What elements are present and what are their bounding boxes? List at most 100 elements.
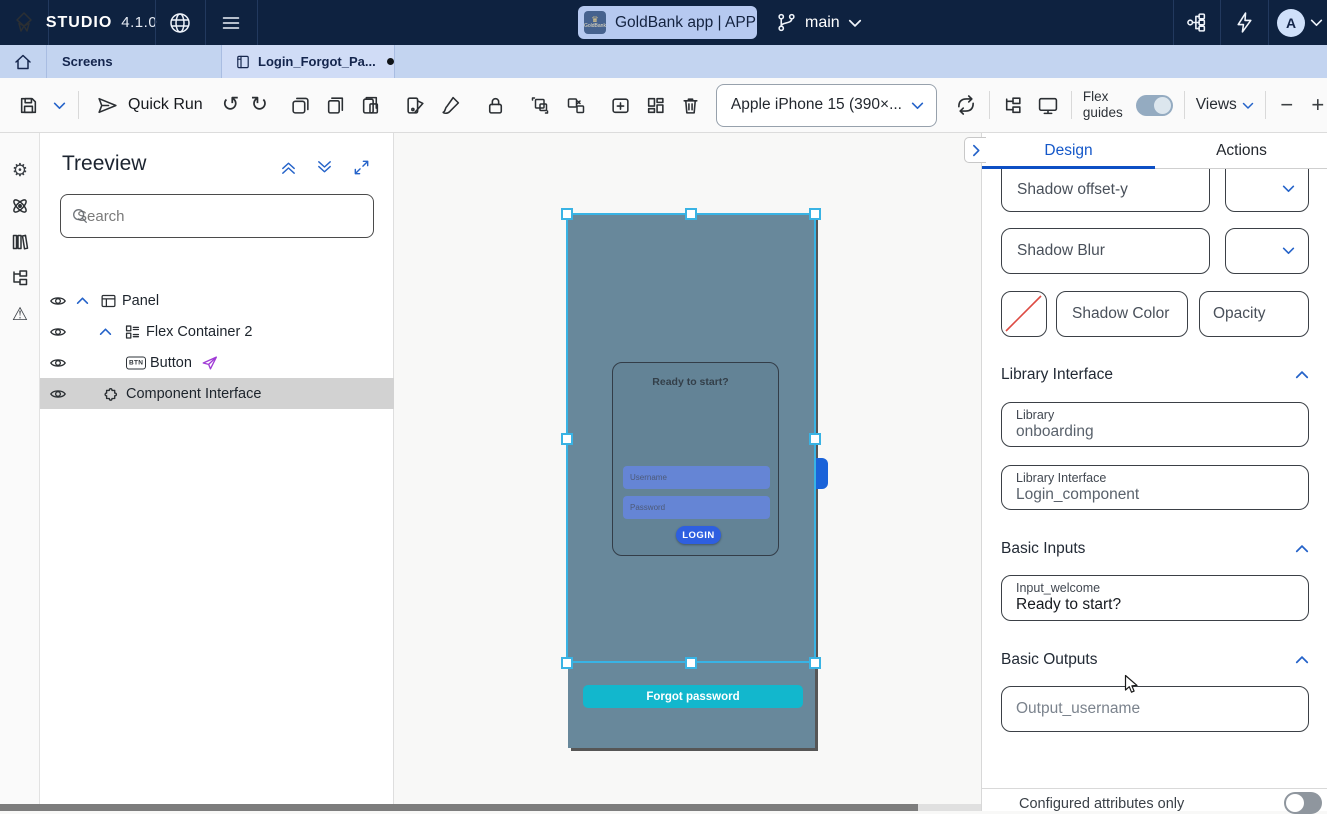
studio-logo[interactable] [0, 0, 48, 45]
save-dropdown-button[interactable] [51, 92, 67, 118]
brush-button[interactable] [439, 92, 463, 118]
resize-handle-n[interactable] [685, 208, 697, 220]
ungroup-icon [565, 95, 587, 116]
expand-panel-button[interactable] [352, 158, 371, 177]
chevron-down-icon [1282, 246, 1295, 255]
horizontal-scrollbar[interactable] [0, 804, 981, 811]
atom-icon[interactable] [10, 196, 30, 216]
treeview-title: Treeview [62, 152, 146, 176]
quick-actions-button[interactable] [1220, 0, 1268, 45]
tab-screens[interactable]: Screens [47, 45, 222, 78]
top-bar: STUDIO 4.1.0 ♛ GoldBank GoldBank app | A… [0, 0, 1327, 45]
visibility-eye-icon[interactable] [49, 323, 67, 341]
copy-button[interactable] [324, 92, 348, 118]
event-send-icon[interactable] [201, 354, 219, 371]
style-painter-button[interactable] [404, 92, 428, 118]
save-button[interactable] [16, 92, 40, 118]
globe-button[interactable] [155, 0, 205, 45]
warning-icon[interactable]: ⚠ [10, 304, 30, 324]
layout-grid-button[interactable] [644, 92, 668, 118]
branch-selector[interactable]: main [776, 0, 862, 45]
tree-item-button[interactable]: BTN Button [40, 347, 394, 378]
selection-outline [566, 213, 816, 663]
resize-handle-nw[interactable] [561, 208, 573, 220]
tree-item-flex-container[interactable]: Flex Container 2 [40, 316, 394, 347]
resize-handle-w[interactable] [561, 433, 573, 445]
account-menu-button[interactable] [1305, 0, 1327, 45]
redo-button[interactable]: ↻ [250, 92, 268, 118]
tab-design[interactable]: Design [982, 133, 1155, 168]
save-icon [18, 95, 39, 116]
visibility-eye-icon[interactable] [49, 292, 67, 310]
delete-button[interactable] [679, 92, 703, 118]
library-interface-field[interactable]: Library Interface Login_component [1001, 465, 1309, 510]
add-component-button[interactable] [609, 92, 633, 118]
layout-grid-icon [645, 95, 666, 116]
tree-item-component-interface[interactable]: Component Interface [40, 378, 394, 409]
shadow-blur-unit-dropdown[interactable] [1225, 228, 1309, 274]
output-username-field[interactable]: Output_username [1001, 686, 1309, 732]
basic-outputs-section-header[interactable]: Basic Outputs [1001, 651, 1309, 669]
undo-button[interactable]: ↺ [222, 92, 240, 118]
expand-all-button[interactable] [315, 158, 334, 177]
resize-handle-sw[interactable] [561, 657, 573, 669]
shadow-offset-y-unit-dropdown[interactable] [1225, 169, 1309, 212]
search-input[interactable] [60, 194, 374, 238]
collapse-chevron-icon[interactable] [99, 327, 112, 336]
library-interface-section-header[interactable]: Library Interface [1001, 366, 1309, 384]
app-selector-pill[interactable]: ♛ GoldBank GoldBank app | APP [578, 6, 757, 39]
product-version: 4.1.0 [121, 14, 157, 31]
settings-icon[interactable]: ⚙ [10, 160, 30, 180]
avatar[interactable]: A [1277, 9, 1305, 37]
zoom-out-button[interactable]: − [1277, 92, 1297, 118]
shadow-color-field[interactable]: Shadow Color [1056, 291, 1188, 337]
shadow-blur-field[interactable]: Shadow Blur [1001, 228, 1210, 274]
library-books-icon[interactable] [10, 232, 30, 252]
zoom-in-button[interactable]: + [1308, 92, 1327, 118]
home-tab[interactable] [0, 45, 47, 78]
forgot-password-button[interactable]: Forgot password [583, 685, 803, 708]
collapse-chevron-icon[interactable] [76, 296, 89, 305]
flex-container-icon [124, 323, 141, 340]
chevron-down-icon [1282, 184, 1295, 193]
duplicate-icon [290, 95, 311, 116]
device-selector[interactable]: Apple iPhone 15 (390×... [716, 84, 937, 127]
visibility-eye-icon[interactable] [49, 385, 67, 403]
ungroup-button[interactable] [564, 92, 588, 118]
selection-side-tab[interactable] [816, 458, 828, 489]
component-puzzle-icon [103, 385, 121, 403]
tree-structure-icon[interactable] [10, 268, 30, 288]
resize-handle-se[interactable] [809, 657, 821, 669]
paste-button[interactable] [359, 92, 383, 118]
lock-button[interactable] [484, 92, 508, 118]
resize-handle-e[interactable] [809, 433, 821, 445]
duplicate-button[interactable] [289, 92, 313, 118]
flex-guides-toggle[interactable] [1136, 95, 1173, 116]
data-model-button[interactable] [1173, 0, 1220, 45]
preview-monitor-button[interactable] [1036, 92, 1060, 118]
collapse-all-button[interactable] [279, 158, 298, 177]
horizontal-scrollbar-thumb[interactable] [0, 804, 918, 811]
tab-login-forgot-page[interactable]: Login_Forgot_Pa... [222, 45, 395, 78]
basic-inputs-section-header[interactable]: Basic Inputs [1001, 540, 1309, 558]
refresh-button[interactable] [954, 92, 978, 118]
views-dropdown[interactable]: Views [1196, 96, 1254, 114]
treeview-toggle-button[interactable] [1001, 92, 1025, 118]
group-button[interactable] [529, 92, 553, 118]
shadow-offset-y-field[interactable]: Shadow offset-y [1001, 169, 1210, 212]
quick-run-button[interactable]: Quick Run [96, 95, 203, 116]
library-field[interactable]: Library onboarding [1001, 402, 1309, 447]
resize-handle-ne[interactable] [809, 208, 821, 220]
tree-item-panel[interactable]: Panel [40, 285, 394, 316]
treeview-panel: Treeview Panel Fle [40, 133, 394, 804]
visibility-eye-icon[interactable] [49, 354, 67, 372]
trash-icon [680, 95, 701, 116]
resize-handle-s[interactable] [685, 657, 697, 669]
panel-icon [100, 292, 117, 309]
panel-collapse-button[interactable] [964, 137, 986, 163]
tab-actions[interactable]: Actions [1155, 133, 1327, 168]
opacity-field[interactable]: Opacity [1199, 291, 1309, 337]
shadow-color-swatch[interactable] [1001, 291, 1047, 337]
main-menu-button[interactable] [205, 0, 257, 45]
input-welcome-field[interactable]: Input_welcome Ready to start? [1001, 575, 1309, 621]
